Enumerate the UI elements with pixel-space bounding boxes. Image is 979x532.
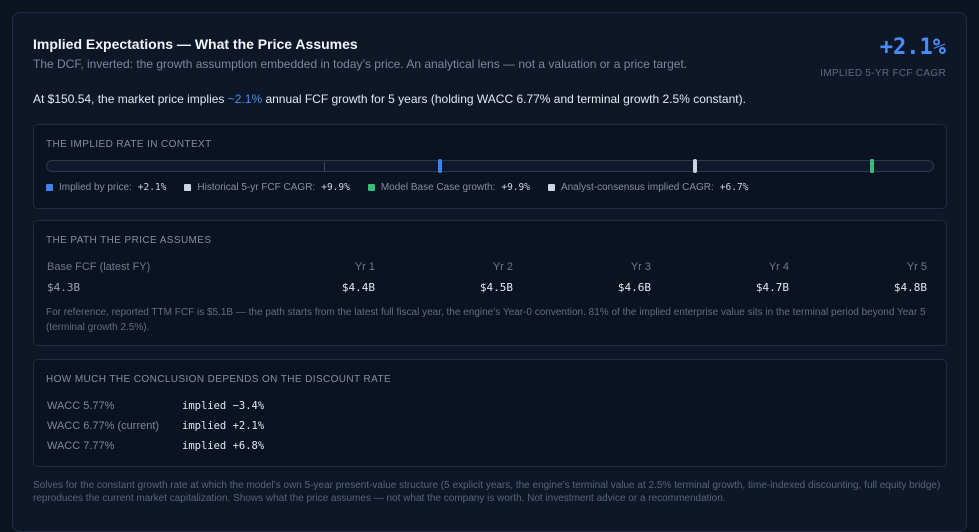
sensitivity-row: WACC 6.77% (current) implied +2.1% — [47, 420, 264, 432]
legend-swatch — [184, 184, 192, 191]
rate-marker — [438, 159, 443, 173]
legend-swatch — [547, 184, 555, 191]
path-value-yr5: $4.8B — [893, 281, 927, 294]
path-value-yr1: $4.4B — [341, 281, 375, 294]
zero-tick — [323, 162, 325, 171]
path-header-row: Base FCF (latest FY) Yr 1 Yr 2 Yr 3 Yr 4… — [47, 261, 927, 273]
legend-label: Implied by price: — [59, 182, 132, 193]
path-panel-title: THE PATH THE PRICE ASSUMES — [46, 235, 212, 246]
path-header-yr2: Yr 2 — [492, 261, 513, 273]
legend-item: Analyst-consensus implied CAGR: +6.7% — [547, 182, 749, 193]
card-title: Implied Expectations — What the Price As… — [33, 36, 358, 52]
wacc-label: WACC 5.77% — [47, 400, 115, 412]
rate-marker — [870, 159, 875, 173]
path-note: For reference, reported TTM FCF is $5.1B… — [46, 307, 926, 333]
summary-highlight: ~2.1% — [227, 92, 263, 106]
path-header-yr3: Yr 3 — [630, 261, 651, 273]
path-header-yr4: Yr 4 — [768, 261, 789, 273]
legend-value: +6.7% — [719, 182, 749, 193]
implied-cagr-value: +2.1% — [879, 35, 946, 60]
legend-label: Analyst-consensus implied CAGR: — [560, 182, 714, 193]
path-value-yr3: $4.6B — [617, 281, 651, 294]
implied-value: implied +2.1% — [182, 420, 265, 432]
context-panel-title: THE IMPLIED RATE IN CONTEXT — [46, 139, 212, 150]
implied-value: implied −3.4% — [182, 400, 265, 412]
summary-suffix: annual FCF growth for 5 years (holding W… — [262, 92, 746, 106]
path-header-yr1: Yr 1 — [354, 261, 375, 273]
path-panel: THE PATH THE PRICE ASSUMES Base FCF (lat… — [33, 220, 947, 346]
legend-swatch — [367, 184, 375, 191]
implied-cagr-label: IMPLIED 5-YR FCF CAGR — [820, 68, 946, 79]
path-value-base: $4.3B — [47, 281, 81, 294]
legend-label: Model Base Case growth: — [380, 182, 496, 193]
legend-value: +9.9% — [501, 182, 530, 193]
summary-prefix: At $150.54, the market price implies — [33, 92, 228, 106]
wacc-label: WACC 7.77% — [47, 440, 115, 452]
implied-value: implied +6.8% — [182, 440, 265, 452]
path-value-row: $4.3B $4.4B $4.5B $4.6B $4.7B $4.8B — [47, 281, 927, 294]
rate-track — [46, 159, 934, 173]
sensitivity-row: WACC 5.77% implied −3.4% — [47, 400, 264, 412]
legend-value: +9.9% — [321, 182, 350, 193]
methodology-footnote: Solves for the constant growth rate at w… — [33, 480, 941, 504]
legend-swatch — [46, 184, 53, 191]
path-value-yr2: $4.5B — [479, 281, 513, 294]
sensitivity-panel: HOW MUCH THE CONCLUSION DEPENDS ON THE D… — [33, 359, 947, 467]
sensitivity-row: WACC 7.77% implied +6.8% — [47, 440, 264, 452]
legend-value: +2.1% — [137, 182, 167, 193]
path-header-yr5: Yr 5 — [906, 261, 927, 273]
legend-label: Historical 5-yr FCF CAGR: — [197, 182, 316, 193]
path-header-base: Base FCF (latest FY) — [47, 261, 151, 273]
card-subtitle: The DCF, inverted: the growth assumption… — [33, 57, 688, 71]
legend-item: Model Base Case growth: +9.9% — [367, 182, 530, 193]
path-value-yr4: $4.7B — [755, 281, 789, 294]
legend-item: Historical 5-yr FCF CAGR: +9.9% — [184, 182, 350, 193]
implied-expectations-card: Implied Expectations — What the Price As… — [12, 12, 967, 532]
wacc-label: WACC 6.77% (current) — [47, 420, 160, 432]
context-legend: Implied by price: +2.1% Historical 5-yr FC… — [46, 182, 748, 193]
rate-marker — [692, 159, 697, 173]
legend-item: Implied by price: +2.1% — [46, 182, 166, 193]
summary-sentence: At $150.54, the market price implies ~2.… — [33, 92, 746, 106]
context-panel: THE IMPLIED RATE IN CONTEXT Implied by p… — [33, 124, 947, 209]
sensitivity-panel-title: HOW MUCH THE CONCLUSION DEPENDS ON THE D… — [46, 374, 392, 385]
